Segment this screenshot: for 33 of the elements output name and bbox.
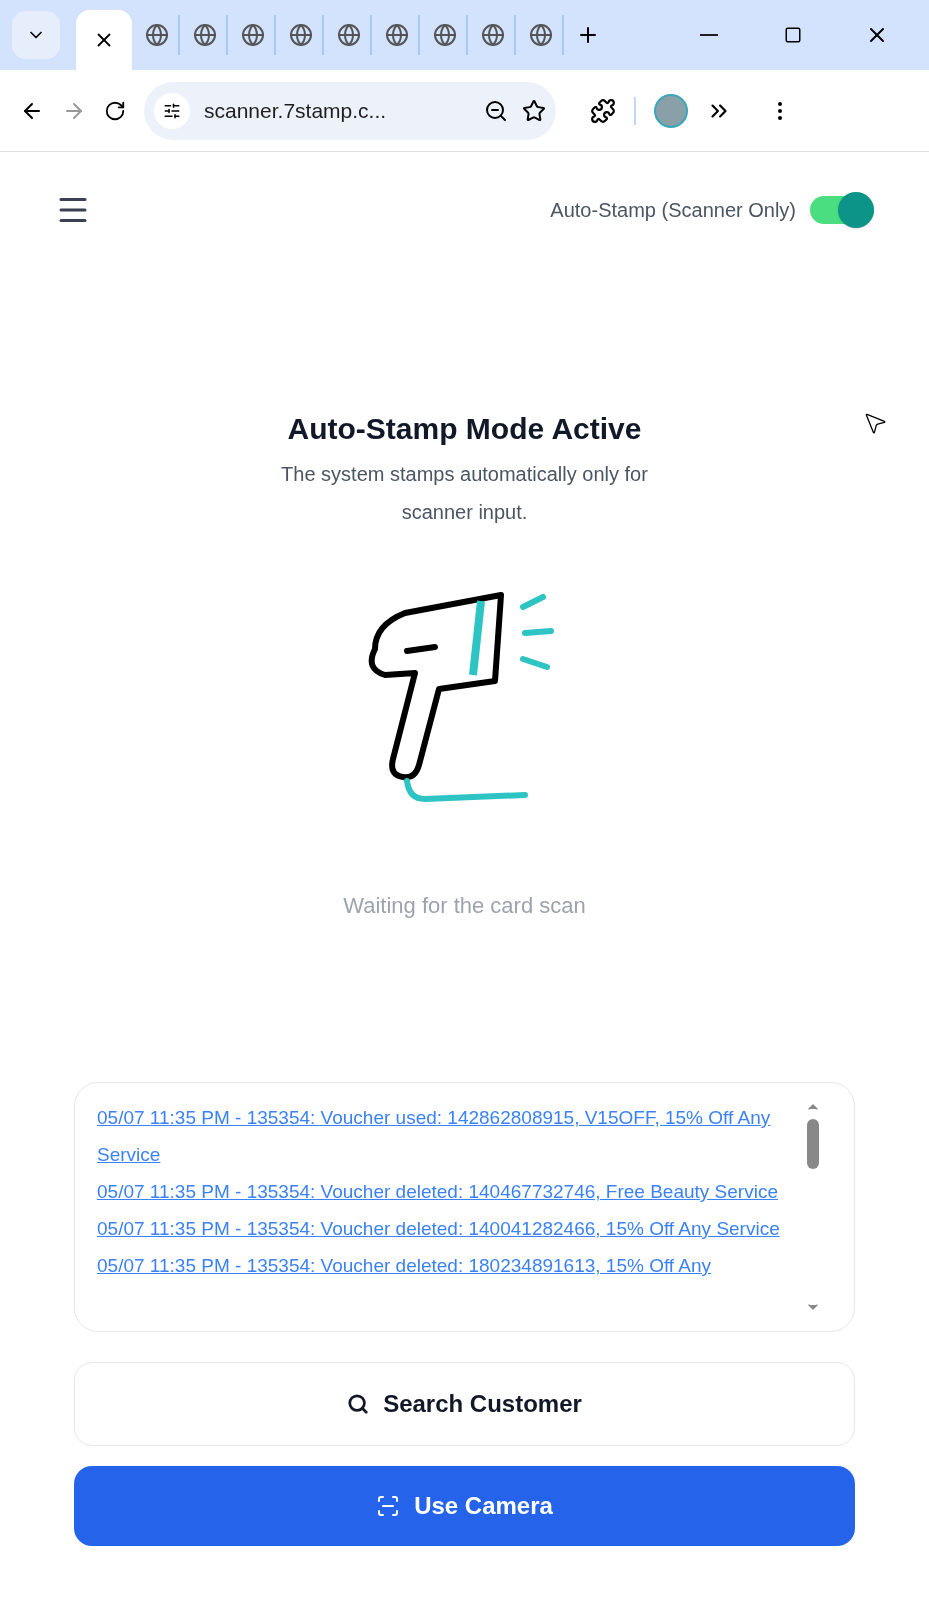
globe-icon [241,23,265,47]
globe-icon [481,23,505,47]
url-text: scanner.7stamp.c... [204,97,388,124]
log-entry-link[interactable]: 05/07 11:35 PM - 135354: Voucher deleted: 140041282466, 15% Off Any Service [97,1210,781,1247]
reload-icon[interactable] [104,99,126,122]
log-entry-link[interactable]: 05/07 11:35 PM - 135354: Voucher used: 142862808915, V15OFF, 15% Off Any Service [97,1099,781,1173]
waiting-text: Waiting for the card scan [343,892,586,920]
toggle-label: Auto-Stamp (Scanner Only) [550,198,796,223]
globe-icon [145,23,169,47]
browser-tab[interactable] [76,10,132,70]
maximize-icon [784,26,802,44]
globe-icon [433,23,457,47]
address-bar[interactable]: scanner.7stamp.c... [144,81,556,140]
search-icon [347,1393,370,1415]
zoom-out-icon[interactable] [484,98,508,123]
log-entry-link[interactable]: 05/07 11:35 PM - 135354: Voucher deleted: 140467732746, Free Beauty Service [97,1173,781,1210]
status-description: The system stamps automatically only for scanner input. [280,462,649,525]
profile-avatar[interactable] [654,93,688,128]
globe-icon [289,23,313,47]
status-title: Auto-Stamp Mode Active [287,411,642,447]
minimize-icon [700,34,718,36]
log-entry-link[interactable]: 05/07 11:35 PM - 135354: Voucher deleted: 180234891613, 15% Off Any [97,1247,781,1284]
scan-icon [376,1494,401,1518]
globe-icon [385,23,409,47]
search-button[interactable]: Search Customer [74,1362,855,1446]
globe-icon [337,23,361,47]
extensions-icon[interactable] [590,97,616,124]
site-info-icon [163,101,181,120]
globe-icon [529,23,553,47]
globe-icon [193,23,217,47]
bookmark-star-icon[interactable] [522,98,546,123]
scrollbar-thumb[interactable] [807,1119,819,1169]
camera-button[interactable]: Use Camera [74,1466,855,1546]
